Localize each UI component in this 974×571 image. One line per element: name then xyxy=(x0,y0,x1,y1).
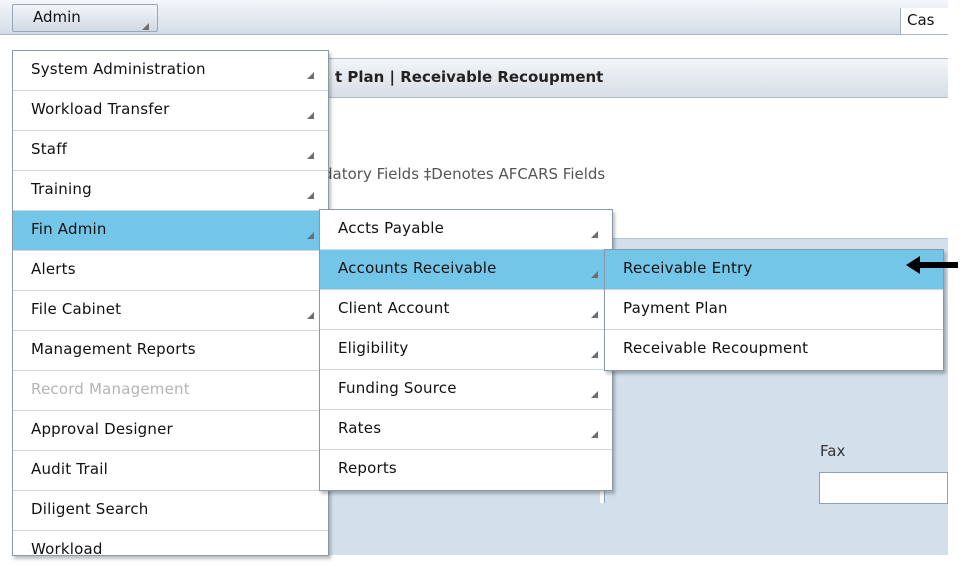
ar-menu-item-receivable-entry[interactable]: Receivable Entry xyxy=(605,250,943,290)
ar-menu-item-label: Receivable Entry xyxy=(623,259,753,277)
fin-admin-menu-item-label: Eligibility xyxy=(338,339,409,357)
fin-admin-menu-item-label: Rates xyxy=(338,419,382,437)
left-arrow-icon xyxy=(906,256,958,274)
fax-label: Fax xyxy=(820,442,846,460)
fin-admin-menu-item-reports[interactable]: Reports xyxy=(320,450,612,490)
fin-admin-submenu: Accts Payable Accounts Receivable Client A… xyxy=(319,209,613,491)
accounts-receivable-submenu: Receivable Entry Payment Plan Receivable R… xyxy=(604,249,944,371)
admin-menu-item-record-management: Record Management xyxy=(13,371,328,411)
fin-admin-menu-item-label: Funding Source xyxy=(338,379,457,397)
admin-menu-item-label: Management Reports xyxy=(31,340,196,358)
admin-menu-label: Admin xyxy=(33,8,81,26)
admin-menu-item-staff[interactable]: Staff xyxy=(13,131,328,171)
fin-admin-menu-item-eligibility[interactable]: Eligibility xyxy=(320,330,612,370)
admin-menu-item-workload-transfer[interactable]: Workload Transfer xyxy=(13,91,328,131)
admin-menu-item-label: Audit Trail xyxy=(31,460,108,478)
admin-menu-item-workload[interactable]: Workload xyxy=(13,531,328,571)
admin-menu-item-file-cabinet[interactable]: File Cabinet xyxy=(13,291,328,331)
admin-menu-item-training[interactable]: Training xyxy=(13,171,328,211)
admin-menu-button[interactable]: Admin xyxy=(12,4,158,32)
admin-menu-item-audit-trail[interactable]: Audit Trail xyxy=(13,451,328,491)
submenu-arrow-icon xyxy=(591,311,598,318)
required-fields-note: datory Fields ‡Denotes AFCARS Fields xyxy=(323,165,606,183)
admin-menu-item-label: Training xyxy=(31,180,92,198)
admin-menu-item-alerts[interactable]: Alerts xyxy=(13,251,328,291)
admin-menu-item-label: File Cabinet xyxy=(31,300,122,318)
fin-admin-menu-item-rates[interactable]: Rates xyxy=(320,410,612,450)
admin-menu-item-system-administration[interactable]: System Administration xyxy=(13,51,328,91)
admin-dropdown-menu: System Administration Workload Transfer St… xyxy=(12,50,329,558)
admin-menu-item-diligent-search[interactable]: Diligent Search xyxy=(13,491,328,531)
case-field[interactable]: Cas xyxy=(900,8,948,34)
submenu-arrow-icon xyxy=(307,152,314,159)
dropdown-arrow-icon xyxy=(142,23,149,30)
submenu-arrow-icon xyxy=(591,431,598,438)
submenu-arrow-icon xyxy=(307,312,314,319)
fin-admin-menu-item-label: Accounts Receivable xyxy=(338,259,497,277)
submenu-arrow-icon xyxy=(591,231,598,238)
ar-menu-item-label: Receivable Recoupment xyxy=(623,339,809,357)
fin-admin-menu-item-accts-payable[interactable]: Accts Payable xyxy=(320,210,612,250)
submenu-arrow-icon xyxy=(591,351,598,358)
admin-menu-item-label: Workload Transfer xyxy=(31,100,170,118)
fin-admin-menu-item-accounts-receivable[interactable]: Accounts Receivable xyxy=(320,250,612,290)
fin-admin-menu-item-label: Reports xyxy=(338,459,397,477)
admin-menu-item-label: Workload xyxy=(31,540,103,558)
submenu-arrow-icon xyxy=(307,192,314,199)
admin-menu-item-label: Record Management xyxy=(31,380,190,398)
admin-menu-item-fin-admin[interactable]: Fin Admin xyxy=(13,211,328,251)
submenu-arrow-icon xyxy=(307,72,314,79)
fin-admin-menu-item-label: Accts Payable xyxy=(338,219,445,237)
ar-menu-item-receivable-recoupment[interactable]: Receivable Recoupment xyxy=(605,330,943,370)
ar-menu-item-label: Payment Plan xyxy=(623,299,728,317)
fax-input[interactable] xyxy=(819,472,948,504)
submenu-arrow-icon xyxy=(591,391,598,398)
submenu-arrow-icon xyxy=(591,271,598,278)
admin-menu-item-approval-designer[interactable]: Approval Designer xyxy=(13,411,328,451)
fin-admin-menu-item-label: Client Account xyxy=(338,299,450,317)
admin-menu-item-label: Diligent Search xyxy=(31,500,149,518)
breadcrumb: t Plan | Receivable Recoupment xyxy=(335,68,604,86)
submenu-arrow-icon xyxy=(307,232,314,239)
admin-menu-item-management-reports[interactable]: Management Reports xyxy=(13,331,328,371)
admin-menu-item-label: Alerts xyxy=(31,260,76,278)
case-label: Cas xyxy=(907,11,935,29)
ar-menu-item-payment-plan[interactable]: Payment Plan xyxy=(605,290,943,330)
fin-admin-menu-item-client-account[interactable]: Client Account xyxy=(320,290,612,330)
admin-menu-item-label: Approval Designer xyxy=(31,420,173,438)
admin-menu-item-label: Fin Admin xyxy=(31,220,107,238)
fin-admin-menu-item-funding-source[interactable]: Funding Source xyxy=(320,370,612,410)
submenu-arrow-icon xyxy=(307,112,314,119)
admin-menu-item-label: System Administration xyxy=(31,60,206,78)
admin-menu-item-label: Staff xyxy=(31,140,68,158)
